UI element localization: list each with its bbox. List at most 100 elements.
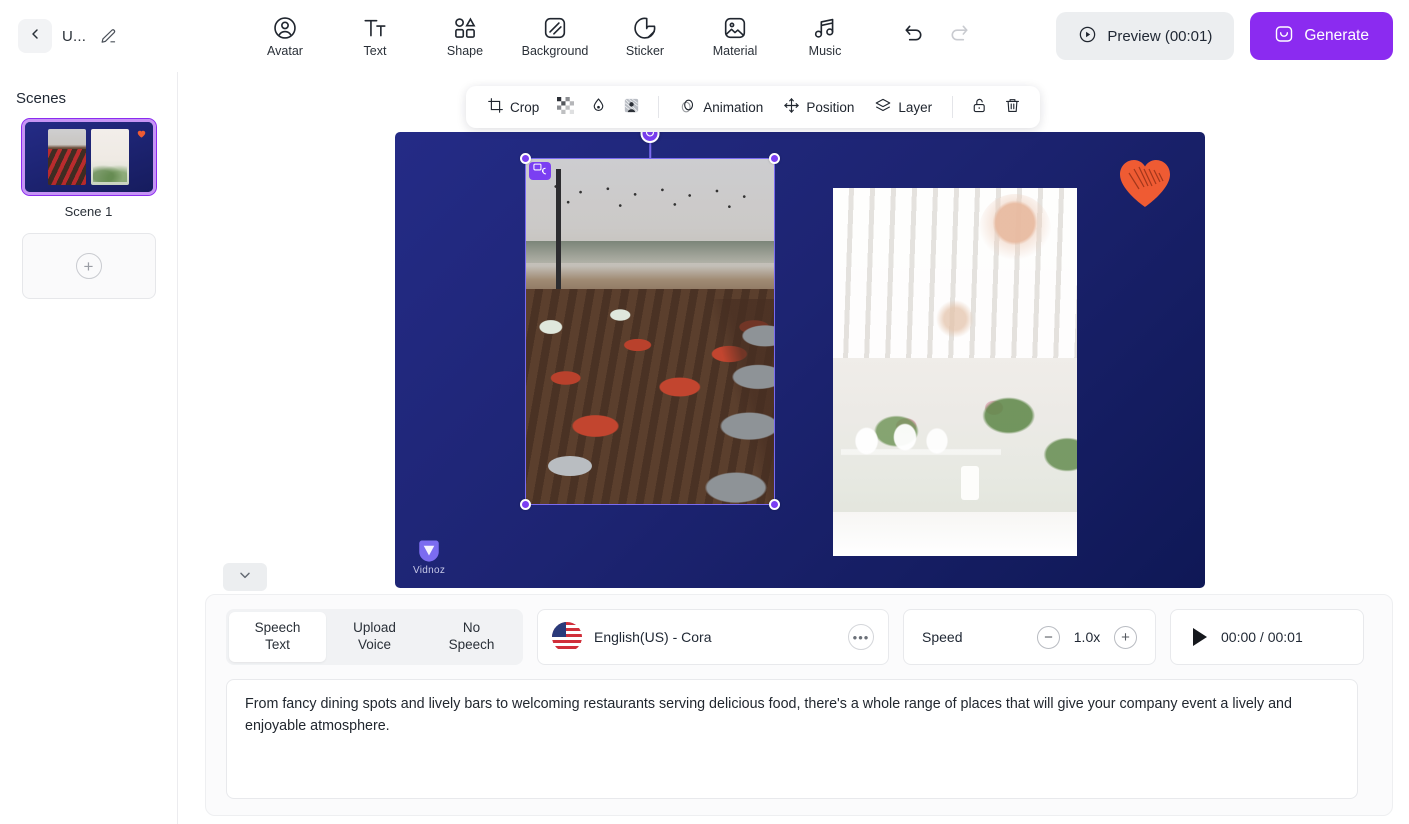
remove-background-icon: [623, 97, 640, 117]
chevron-left-icon: [27, 26, 43, 47]
speed-control: Speed − 1.0x +: [903, 609, 1156, 665]
audio-controls-row: Speech Text Upload Voice No Speech Engli…: [226, 609, 1372, 665]
scene-photo-left: [48, 129, 86, 185]
speed-increase-button[interactable]: +: [1114, 625, 1137, 649]
resize-handle-bottom-right[interactable]: [769, 499, 780, 510]
playback-time: 00:00 / 00:01: [1221, 629, 1303, 645]
layer-button[interactable]: Layer: [865, 91, 941, 123]
editor-stage: Crop Animation Position Layer Vidnoz Spe…: [178, 72, 1409, 824]
generate-icon: [1274, 24, 1294, 49]
tool-label: Avatar: [267, 43, 303, 58]
voice-selector[interactable]: English(US) - Cora •••: [537, 609, 889, 665]
tool-background[interactable]: Background: [510, 5, 600, 67]
transparency-button[interactable]: [550, 91, 581, 123]
position-button[interactable]: Position: [774, 91, 863, 123]
tool-label: Text: [363, 43, 387, 58]
scene-label: Scene 1: [64, 204, 113, 219]
undo-button[interactable]: [896, 19, 930, 53]
collapse-panel-button[interactable]: [223, 563, 267, 591]
transparency-grid-icon: [557, 97, 575, 117]
tool-avatar[interactable]: Avatar: [240, 5, 330, 67]
toolbar-divider-2: [952, 96, 954, 118]
editor-tools: Avatar Text Shape Background Sticker Mat…: [240, 5, 976, 67]
video-canvas[interactable]: Vidnoz: [395, 132, 1205, 588]
tool-music[interactable]: Music: [780, 5, 870, 67]
redo-button[interactable]: [942, 19, 976, 53]
more-options-icon[interactable]: •••: [848, 624, 874, 650]
material-icon: [722, 15, 748, 41]
crop-button[interactable]: Crop: [478, 91, 548, 123]
layer-icon: [874, 97, 892, 118]
us-flag-icon: [552, 622, 582, 652]
redo-icon: [948, 22, 971, 50]
toolbar-divider: [658, 96, 660, 118]
scene-thumbnail-1[interactable]: [20, 118, 157, 196]
avatar-icon: [272, 15, 298, 41]
tool-shape[interactable]: Shape: [420, 5, 510, 67]
tab-line1: Speech: [254, 620, 301, 636]
playback-control: 00:00 / 00:01: [1170, 609, 1364, 665]
tool-label: Background: [521, 43, 589, 58]
opacity-button[interactable]: [583, 91, 614, 123]
crop-icon: [487, 97, 504, 117]
sticker-icon: [632, 15, 658, 41]
add-scene-button[interactable]: +: [21, 233, 156, 299]
tool-text[interactable]: Text: [330, 5, 420, 67]
tab-line2: Text: [265, 637, 290, 652]
selection-frame[interactable]: [520, 132, 780, 510]
heart-sticker[interactable]: [1117, 157, 1173, 214]
animation-label: Animation: [703, 99, 764, 115]
top-toolbar: U... Avatar Text Shape Background Sticke…: [0, 0, 1409, 72]
replace-image-button[interactable]: [529, 162, 551, 180]
unlock-icon: [971, 97, 988, 117]
speed-label: Speed: [922, 629, 963, 645]
project-header: U...: [0, 19, 240, 53]
resize-handle-bottom-left[interactable]: [520, 499, 531, 510]
tab-line1: No: [462, 620, 481, 636]
position-icon: [783, 97, 800, 117]
tab-speech-text[interactable]: Speech Text: [229, 612, 326, 662]
resize-handle-top-right[interactable]: [769, 153, 780, 164]
chevron-down-icon: [237, 567, 253, 588]
tool-sticker[interactable]: Sticker: [600, 5, 690, 67]
scenes-title: Scenes: [16, 90, 67, 107]
speed-value: 1.0x: [1073, 629, 1101, 645]
preview-button[interactable]: Preview (00:01): [1056, 12, 1235, 60]
script-input[interactable]: From fancy dining spots and lively bars …: [226, 679, 1358, 799]
animation-icon: [679, 97, 697, 118]
tablecloth: [833, 512, 1077, 556]
tab-line2: Speech: [448, 637, 495, 652]
canvas-image-right[interactable]: [833, 188, 1077, 556]
tab-no-speech[interactable]: No Speech: [423, 612, 520, 662]
delete-button[interactable]: [997, 91, 1028, 123]
speed-stepper: − 1.0x +: [1037, 625, 1137, 649]
audio-script-panel: Speech Text Upload Voice No Speech Engli…: [205, 594, 1393, 816]
resize-handle-top-left[interactable]: [520, 153, 531, 164]
rotate-icon: [645, 132, 656, 143]
generate-button[interactable]: Generate: [1250, 12, 1393, 60]
history-controls: [896, 19, 976, 53]
play-icon[interactable]: [1193, 628, 1207, 646]
vidnoz-logo-icon: [419, 540, 439, 562]
heart-icon: [136, 126, 147, 138]
tool-material[interactable]: Material: [690, 5, 780, 67]
rotate-stem: [649, 141, 651, 159]
tool-label: Material: [712, 43, 758, 58]
vidnoz-watermark: Vidnoz: [413, 538, 445, 576]
position-label: Position: [806, 99, 855, 115]
rotate-handle[interactable]: [640, 132, 660, 143]
watermark-text: Vidnoz: [413, 565, 446, 576]
animation-button[interactable]: Animation: [670, 91, 772, 123]
music-icon: [812, 15, 838, 41]
crop-label: Crop: [510, 99, 540, 115]
undo-icon: [902, 22, 925, 50]
speed-decrease-button[interactable]: −: [1037, 625, 1060, 649]
remove-background-button[interactable]: [616, 91, 647, 123]
pencil-icon[interactable]: [96, 24, 120, 48]
back-button[interactable]: [18, 19, 52, 53]
layer-label: Layer: [898, 99, 933, 115]
lock-button[interactable]: [964, 91, 995, 123]
scenes-sidebar: Scenes Scene 1 +: [0, 72, 178, 824]
play-circle-icon: [1078, 25, 1097, 48]
tab-upload-voice[interactable]: Upload Voice: [326, 612, 423, 662]
